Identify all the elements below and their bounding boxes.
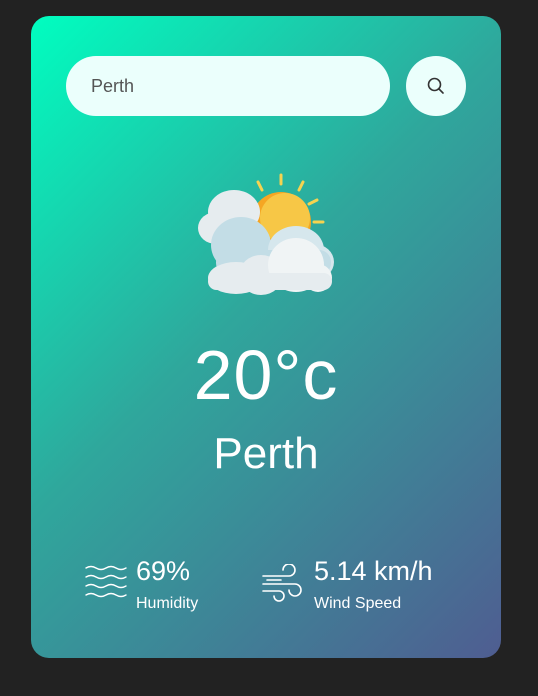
humidity-value: 69% bbox=[136, 556, 191, 586]
search-button[interactable] bbox=[406, 56, 466, 116]
waves-icon bbox=[85, 565, 127, 598]
partly-cloudy-sun-icon bbox=[198, 173, 334, 295]
temperature: 20°c bbox=[193, 336, 339, 414]
humidity-label: Humidity bbox=[136, 595, 199, 612]
wind-value: 5.14 km/h bbox=[314, 556, 433, 586]
weather-card: 20°c Perth 69% Humidity 5.14 km/h Wind S… bbox=[31, 16, 501, 658]
search-input[interactable] bbox=[66, 56, 390, 116]
wind-detail: 5.14 km/h Wind Speed bbox=[261, 554, 481, 614]
wind-label: Wind Speed bbox=[314, 595, 402, 612]
search-bar bbox=[66, 56, 466, 116]
search-icon bbox=[427, 77, 444, 94]
wind-icon bbox=[262, 564, 302, 602]
city-name: Perth bbox=[213, 429, 319, 478]
humidity-detail: 69% Humidity bbox=[84, 554, 264, 614]
